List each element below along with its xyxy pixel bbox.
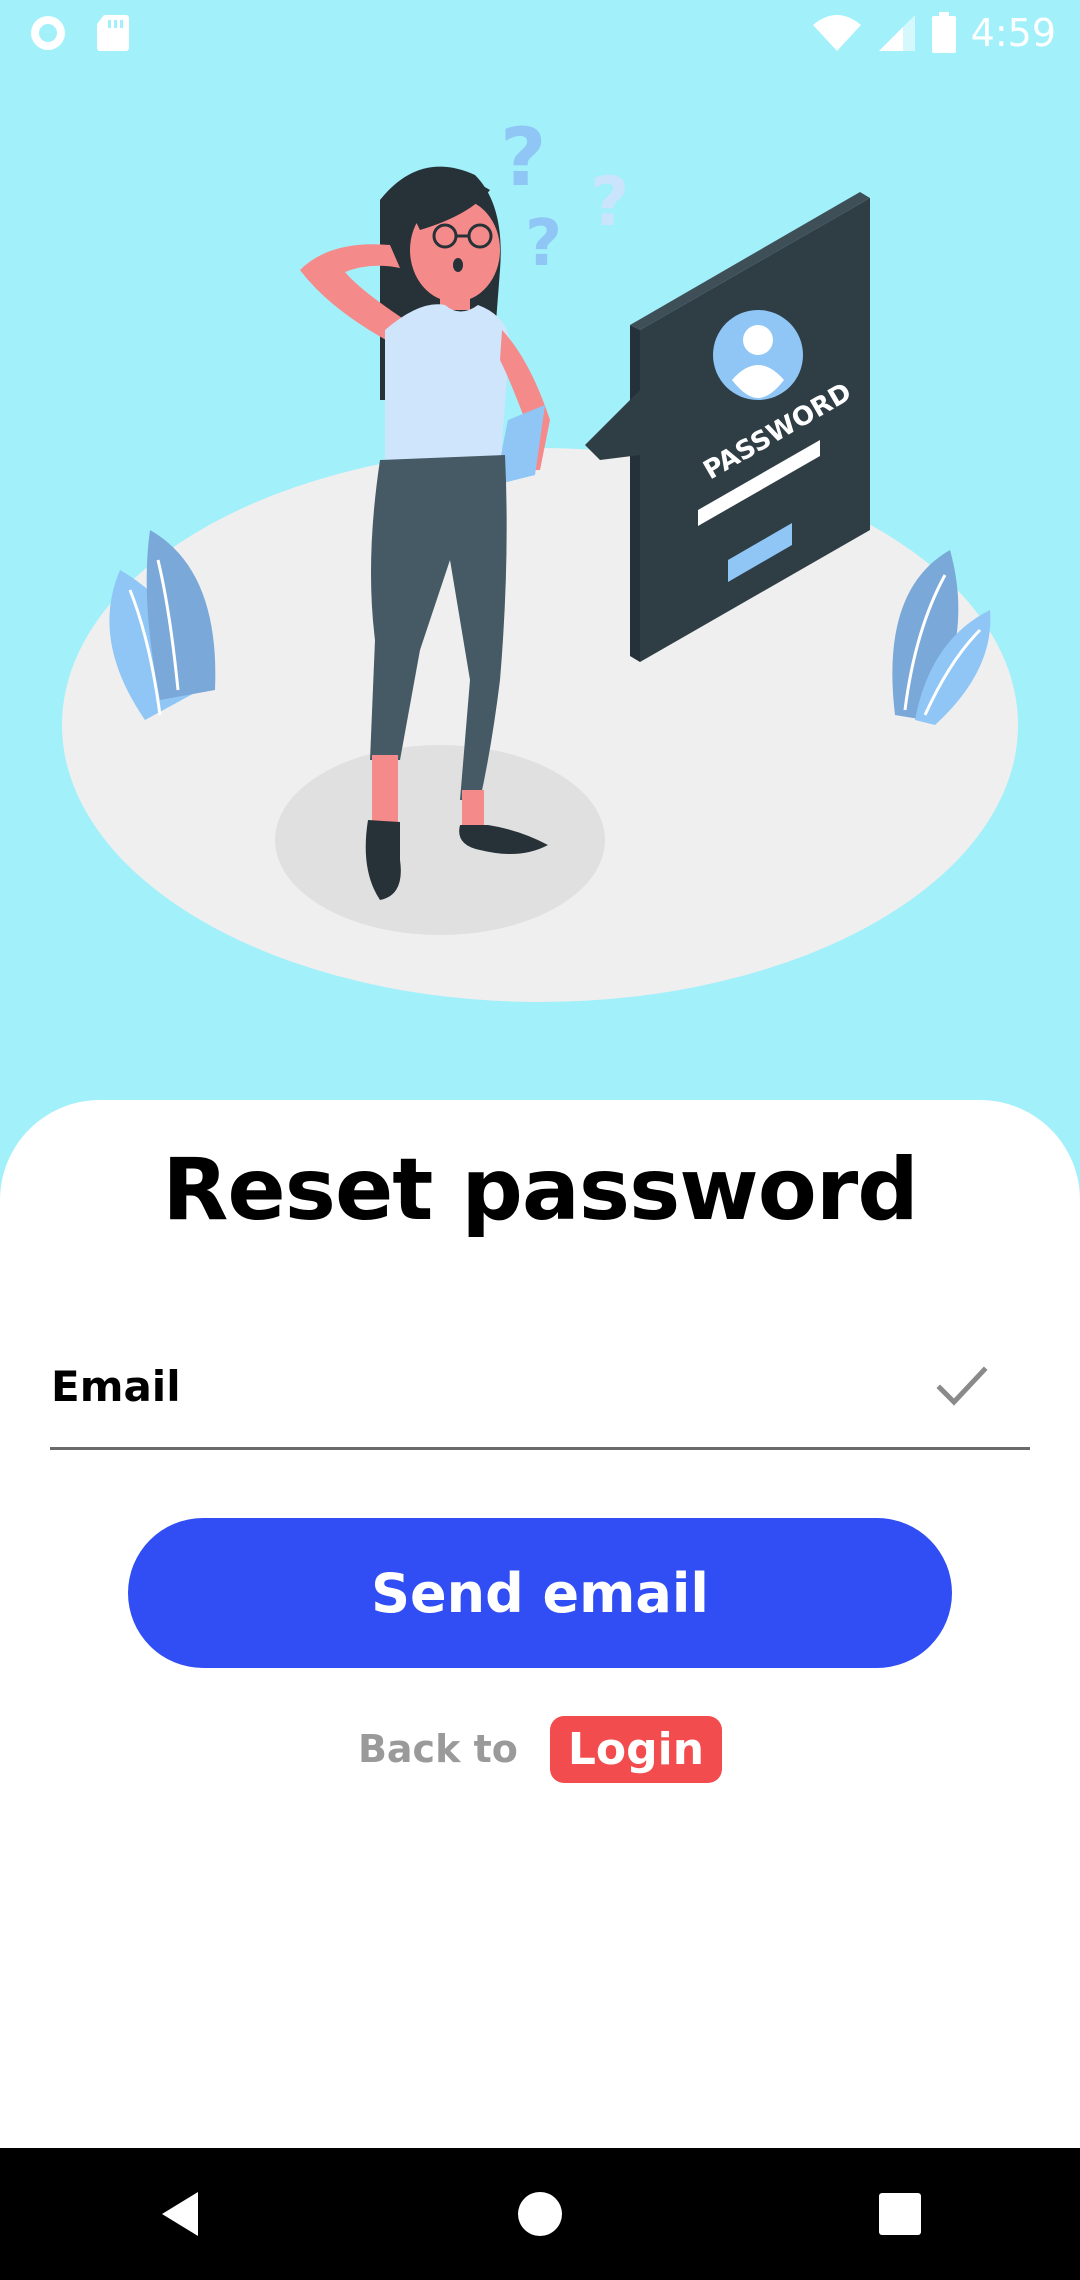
hero-illustration: PASSWORD ? ? ?	[0, 66, 1080, 1100]
svg-text:?: ?	[590, 163, 629, 242]
recents-icon	[879, 2193, 921, 2235]
confused-woman-illustration: PASSWORD ? ? ?	[62, 111, 1018, 1002]
check-icon	[936, 1366, 988, 1406]
status-right-icons: 4:59	[797, 11, 1056, 55]
status-time: 4:59	[970, 11, 1056, 55]
svg-text:?: ?	[525, 207, 562, 281]
home-button[interactable]	[480, 2164, 600, 2264]
svg-text:?: ?	[500, 111, 546, 204]
back-to-login-row: Back to Login	[0, 1710, 1080, 1788]
page-title: Reset password	[162, 1140, 919, 1240]
wifi-icon	[812, 15, 861, 51]
navigation-bar	[0, 2148, 1080, 2280]
send-email-button[interactable]: Send email	[128, 1518, 952, 1668]
email-input[interactable]	[50, 1320, 950, 1445]
circle-notification-icon	[31, 16, 65, 50]
battery-icon	[931, 12, 956, 53]
login-link[interactable]: Login	[549, 1715, 723, 1783]
recents-button[interactable]	[840, 2164, 960, 2264]
back-icon	[162, 2192, 198, 2236]
signal-icon	[878, 15, 915, 51]
status-left-icons	[28, 13, 158, 53]
sd-card-icon	[97, 15, 129, 51]
back-button[interactable]	[120, 2164, 240, 2264]
email-field[interactable]: Email	[50, 1320, 1030, 1450]
home-icon	[518, 2192, 562, 2236]
status-bar: 4:59	[0, 0, 1080, 66]
reset-password-card: Reset password Email Send email Back to …	[0, 1100, 1080, 2148]
back-to-text: Back to	[357, 1727, 518, 1771]
question-marks-icon: ? ? ?	[500, 111, 629, 281]
